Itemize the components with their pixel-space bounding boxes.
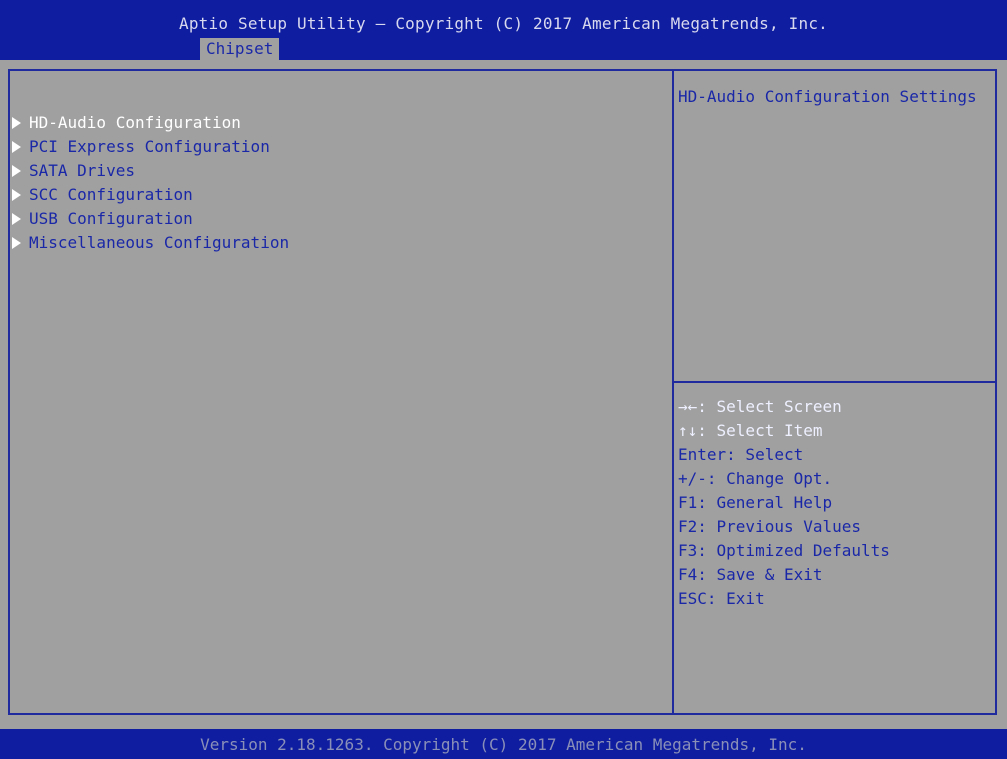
help-divider: [674, 381, 995, 383]
submenu-arrow-icon: [12, 213, 21, 225]
menu-item-label: USB Configuration: [29, 209, 193, 228]
header-title: Aptio Setup Utility – Copyright (C) 2017…: [179, 14, 828, 33]
menu-item-miscellaneous-configuration[interactable]: Miscellaneous Configuration: [12, 231, 289, 255]
menu-item-sata-drives[interactable]: SATA Drives: [12, 159, 289, 183]
submenu-arrow-icon: [12, 117, 21, 129]
main-frame: HD-Audio Configuration PCI Express Confi…: [8, 69, 997, 715]
menu-item-label: PCI Express Configuration: [29, 137, 270, 156]
menu-pane: HD-Audio Configuration PCI Express Confi…: [10, 71, 674, 713]
help-pane: HD-Audio Configuration Settings →←: Sele…: [674, 71, 995, 713]
menu-item-hd-audio-configuration[interactable]: HD-Audio Configuration: [12, 111, 289, 135]
key-previous-values: F2: Previous Values: [678, 517, 862, 536]
key-save-exit: F4: Save & Exit: [678, 565, 823, 584]
menu-item-label: Miscellaneous Configuration: [29, 233, 290, 252]
key-enter-select: Enter: Select: [678, 445, 804, 464]
menu-item-usb-configuration[interactable]: USB Configuration: [12, 207, 289, 231]
menu-item-label: SATA Drives: [29, 161, 135, 180]
key-general-help: F1: General Help: [678, 493, 833, 512]
menu-item-scc-configuration[interactable]: SCC Configuration: [12, 183, 289, 207]
footer-bar: Version 2.18.1263. Copyright (C) 2017 Am…: [0, 729, 1007, 759]
submenu-arrow-icon: [12, 189, 21, 201]
footer-version: Version 2.18.1263. Copyright (C) 2017 Am…: [200, 735, 807, 754]
key-legend: →←: Select Screen ↑↓: Select Item Enter:…: [678, 395, 890, 611]
bios-screen: Aptio Setup Utility – Copyright (C) 2017…: [0, 0, 1007, 759]
key-change-opt: +/-: Change Opt.: [678, 469, 833, 488]
menu-list: HD-Audio Configuration PCI Express Confi…: [12, 111, 289, 255]
submenu-arrow-icon: [12, 237, 21, 249]
key-esc-exit: ESC: Exit: [678, 589, 765, 608]
submenu-arrow-icon: [12, 141, 21, 153]
header-bar: Aptio Setup Utility – Copyright (C) 2017…: [0, 0, 1007, 60]
submenu-arrow-icon: [12, 165, 21, 177]
help-description: HD-Audio Configuration Settings: [678, 87, 977, 106]
menu-item-pci-express-configuration[interactable]: PCI Express Configuration: [12, 135, 289, 159]
key-optimized-defaults: F3: Optimized Defaults: [678, 541, 890, 560]
key-select-item: ↑↓: Select Item: [678, 421, 823, 440]
menu-item-label: HD-Audio Configuration: [29, 113, 241, 132]
key-select-screen: →←: Select Screen: [678, 397, 842, 416]
tab-chipset[interactable]: Chipset: [200, 38, 280, 60]
menu-item-label: SCC Configuration: [29, 185, 193, 204]
